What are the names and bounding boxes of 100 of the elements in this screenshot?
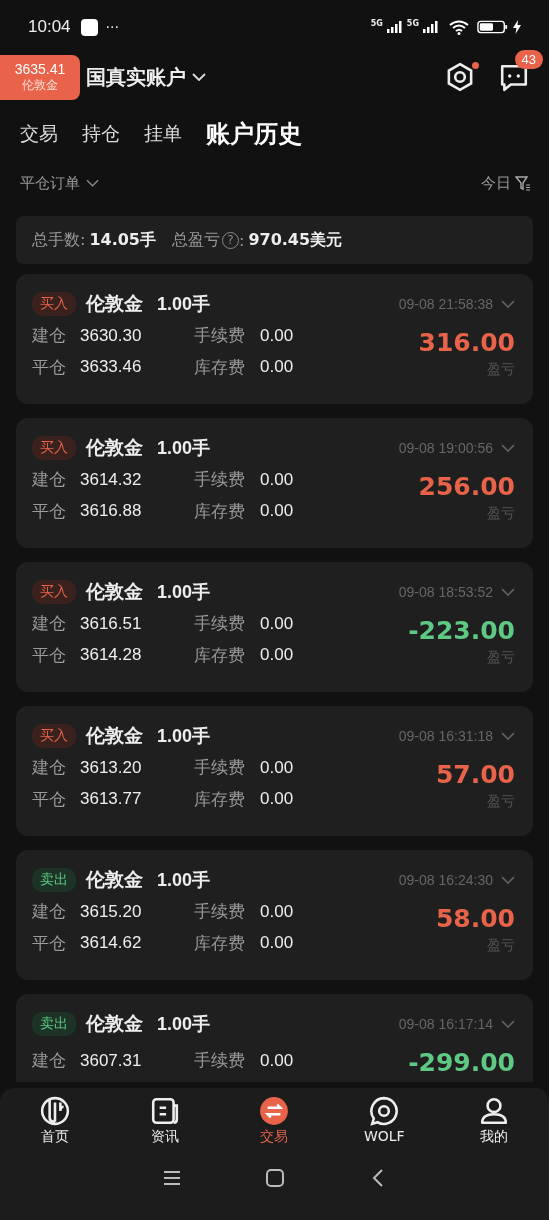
- field-label: 库存费: [194, 931, 246, 955]
- signal-icon: [423, 21, 439, 33]
- nav-item[interactable]: 我的: [439, 1096, 549, 1146]
- tab[interactable]: 挂单: [144, 121, 182, 147]
- tab[interactable]: 账户历史: [206, 118, 302, 150]
- order-lots: 1.00手: [157, 581, 211, 604]
- field-label: 平仓: [32, 643, 67, 667]
- order-symbol: 伦敦金: [86, 435, 143, 460]
- exchange-icon: [259, 1096, 290, 1126]
- caret-icon: [192, 73, 206, 81]
- account-selector[interactable]: 国真实账户: [86, 63, 186, 91]
- order-type-dropdown[interactable]: 平仓订单: [20, 173, 80, 193]
- charging-icon: [513, 20, 521, 34]
- side-tag: 买入: [32, 724, 76, 748]
- order-time: 09-08 16:31:18: [398, 728, 493, 744]
- order-lots: 1.00手: [157, 293, 211, 316]
- side-tag: 买入: [32, 580, 76, 604]
- more-notifications-icon: ···: [105, 19, 119, 35]
- home-icon[interactable]: [264, 1168, 285, 1188]
- field-label: 建仓: [32, 900, 67, 924]
- settings-icon[interactable]: [445, 62, 475, 92]
- profit-loss-value: -223.00: [408, 616, 515, 645]
- message-icon[interactable]: [499, 62, 529, 92]
- field-label: 建仓: [32, 324, 67, 348]
- chat-icon: [369, 1096, 400, 1126]
- field-value: 0.00: [260, 357, 294, 378]
- field-value: 0.00: [260, 1050, 294, 1071]
- field-label: 平仓: [32, 931, 67, 955]
- nav-item[interactable]: 资讯: [109, 1096, 220, 1146]
- signal-icon: [386, 21, 403, 33]
- side-tag: 卖出: [32, 868, 76, 892]
- nav-item[interactable]: 交易: [219, 1096, 330, 1146]
- order-time: 09-08 16:17:14: [398, 1016, 493, 1032]
- expand-icon[interactable]: [501, 876, 515, 884]
- order-symbol: 伦敦金: [86, 579, 143, 604]
- battery-icon: [477, 20, 509, 34]
- expand-icon[interactable]: [501, 732, 515, 740]
- news-icon: [149, 1096, 180, 1126]
- order-lots: 1.00手: [157, 869, 211, 892]
- field-label: 手续费: [194, 612, 246, 636]
- caret-icon: [86, 179, 99, 187]
- summary-value: 14.05手: [89, 229, 156, 251]
- order-lots: 1.00手: [157, 1013, 211, 1036]
- field-value: 3616.51: [80, 613, 143, 634]
- profit-loss-value: 316.00: [418, 328, 515, 357]
- order-time: 09-08 16:24:30: [398, 872, 493, 888]
- nav-item[interactable]: WOLF: [329, 1096, 440, 1146]
- tab[interactable]: 交易: [20, 121, 58, 147]
- field-label: 建仓: [32, 1049, 67, 1072]
- field-value: 0.00: [260, 613, 294, 634]
- field-value: 0.00: [260, 789, 294, 810]
- field-label: 平仓: [32, 355, 67, 379]
- field-value: 0.00: [260, 325, 294, 346]
- field-value: 0.00: [260, 645, 294, 666]
- field-label: 手续费: [194, 900, 246, 924]
- nav-item[interactable]: 首页: [0, 1096, 110, 1146]
- profile-icon: [479, 1096, 510, 1126]
- order-symbol: 伦敦金: [86, 291, 143, 316]
- field-label: 库存费: [194, 787, 246, 811]
- badge-price: 3635.41: [14, 61, 66, 77]
- profit-loss-value: -299.00: [408, 1048, 515, 1077]
- order-lots: 1.00手: [157, 725, 211, 748]
- field-value: 3614.62: [80, 933, 143, 954]
- tab[interactable]: 持仓: [82, 121, 120, 147]
- filter-icon[interactable]: [515, 175, 531, 191]
- expand-icon[interactable]: [501, 1020, 515, 1028]
- status-time: 10:04: [28, 17, 71, 37]
- field-value: 3614.28: [80, 645, 143, 666]
- profit-loss-value: 58.00: [435, 904, 515, 933]
- field-value: 3630.30: [80, 325, 143, 346]
- side-tag: 买入: [32, 436, 76, 460]
- expand-icon[interactable]: [501, 444, 515, 452]
- field-value: 0.00: [260, 501, 294, 522]
- badge-symbol: 伦敦金: [22, 77, 58, 94]
- field-value: 3614.32: [80, 469, 143, 490]
- menu-icon[interactable]: [161, 1168, 182, 1188]
- period-selector[interactable]: 今日: [481, 173, 511, 193]
- summary-label: 总盈亏: [172, 229, 220, 251]
- field-label: 建仓: [32, 756, 67, 780]
- summary-value: 970.45美元: [248, 229, 343, 251]
- field-value: 0.00: [260, 933, 294, 954]
- field-value: 0.00: [260, 469, 294, 490]
- field-value: 3613.20: [80, 757, 143, 778]
- network-label: 5G: [406, 18, 419, 28]
- field-label: 平仓: [32, 499, 67, 523]
- expand-icon[interactable]: [501, 588, 515, 596]
- field-value: 3613.77: [80, 789, 143, 810]
- order-symbol: 伦敦金: [86, 1011, 143, 1036]
- expand-icon[interactable]: [501, 300, 515, 308]
- field-label: 平仓: [32, 787, 67, 811]
- logo-icon: [39, 1096, 70, 1126]
- order-symbol: 伦敦金: [86, 723, 143, 748]
- order-card[interactable]: 卖出 伦敦金 1.00手 09-08 16:17:14 建仓 3607.31 手续费 0.00 -299.00: [16, 994, 533, 1082]
- notification-icon: [80, 18, 98, 36]
- summary-label: 总手数:: [32, 229, 86, 251]
- profit-loss-value: 57.00: [435, 760, 515, 789]
- field-value: 3615.20: [80, 901, 143, 922]
- side-tag: 买入: [32, 292, 76, 316]
- field-label: 库存费: [194, 499, 246, 523]
- side-tag: 卖出: [32, 1012, 76, 1036]
